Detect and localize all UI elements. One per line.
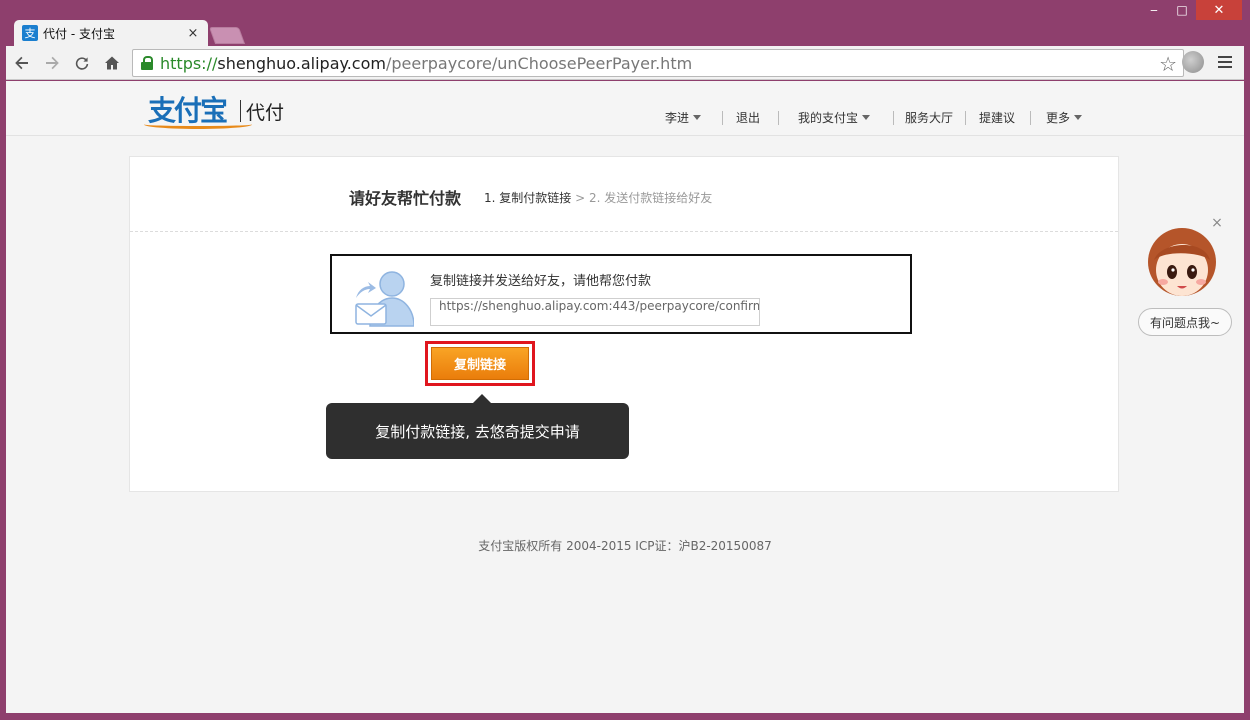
browser-tab[interactable]: 支 代付 - 支付宝 ×: [14, 20, 208, 46]
nav-service-hall[interactable]: 服务大厅: [905, 109, 953, 126]
address-bar[interactable]: https://shenghuo.alipay.com/peerpaycore/…: [132, 49, 1184, 77]
copy-button-highlight: 复制链接: [425, 341, 535, 386]
top-nav: 李进 退出 我的支付宝 服务大厅 提建议 更多: [6, 109, 1244, 129]
browser-window: ‒ □ ✕ 支 代付 - 支付宝 × https://shenghuo.alip…: [0, 0, 1250, 720]
instruction-tooltip: 复制付款链接, 去悠奇提交申请: [326, 394, 629, 459]
window-controls: ‒ □ ✕: [1140, 0, 1242, 22]
nav-divider: [1030, 111, 1031, 125]
nav-logout[interactable]: 退出: [736, 109, 760, 126]
footer-copyright: 支付宝版权所有 2004-2015 ICP证：沪B2-20150087: [478, 539, 772, 553]
tooltip-text: 复制付款链接, 去悠奇提交申请: [375, 422, 580, 441]
nav-divider: [965, 111, 966, 125]
minimize-button[interactable]: ‒: [1140, 0, 1168, 20]
site-header: 支付宝 代付 李进 退出 我的支付宝 服务大厅 提建议 更多: [6, 81, 1244, 136]
maximize-button[interactable]: □: [1168, 0, 1196, 20]
browser-toolbar: https://shenghuo.alipay.com/peerpaycore/…: [6, 46, 1244, 80]
step-breadcrumb: 1. 复制付款链接 > 2. 发送付款链接给好友: [484, 189, 712, 206]
chevron-down-icon: [862, 115, 871, 120]
nav-divider: [722, 111, 723, 125]
url-text: https://shenghuo.alipay.com/peerpaycore/…: [160, 53, 693, 73]
nav-divider: [778, 111, 779, 125]
help-avatar-icon[interactable]: [1144, 226, 1220, 306]
home-icon[interactable]: [98, 49, 126, 77]
alipay-favicon-icon: 支: [22, 25, 38, 41]
chevron-down-icon: [693, 115, 702, 120]
back-icon[interactable]: [8, 49, 36, 77]
copy-link-panel: 复制链接并发送给好友，请他帮您付款 https://shenghuo.alipa…: [330, 254, 912, 334]
tab-title: 代付 - 支付宝: [43, 26, 115, 41]
chrome-menu-icon[interactable]: [1214, 51, 1236, 73]
nav-more[interactable]: 更多: [1046, 109, 1083, 126]
page-title: 请好友帮忙付款: [349, 189, 462, 208]
help-button[interactable]: 有问题点我~: [1138, 308, 1232, 336]
person-mail-icon: [355, 271, 414, 327]
new-tab-button[interactable]: [208, 27, 246, 44]
reload-icon[interactable]: [68, 49, 96, 77]
step-current: 1. 复制付款链接: [484, 191, 572, 205]
extension-globe-icon[interactable]: [1182, 51, 1204, 73]
copy-link-button[interactable]: 复制链接: [431, 347, 529, 380]
card-header: 请好友帮忙付款 1. 复制付款链接 > 2. 发送付款链接给好友: [130, 157, 1118, 232]
bookmark-star-icon[interactable]: ☆: [1159, 52, 1177, 76]
step-arrow: >: [571, 191, 589, 205]
pay-link-field[interactable]: https://shenghuo.alipay.com:443/peerpayc…: [430, 298, 760, 326]
chevron-down-icon: [1074, 115, 1083, 120]
nav-suggest[interactable]: 提建议: [979, 109, 1015, 126]
nav-user[interactable]: 李进: [665, 109, 702, 126]
page-viewport: 支付宝 代付 李进 退出 我的支付宝 服务大厅 提建议 更多 请好友帮忙付款 1…: [6, 81, 1244, 713]
peer-pay-card: 请好友帮忙付款 1. 复制付款链接 > 2. 发送付款链接给好友 复制链接并发送…: [129, 156, 1119, 492]
copy-link-instruction: 复制链接并发送给好友，请他帮您付款: [430, 274, 652, 289]
nav-divider: [893, 111, 894, 125]
forward-icon[interactable]: [38, 49, 66, 77]
nav-my-alipay[interactable]: 我的支付宝: [798, 109, 871, 126]
lock-icon: [141, 56, 153, 70]
step-next: 2. 发送付款链接给好友: [588, 191, 713, 205]
tab-close-icon[interactable]: ×: [186, 26, 200, 41]
close-window-button[interactable]: ✕: [1196, 0, 1242, 20]
